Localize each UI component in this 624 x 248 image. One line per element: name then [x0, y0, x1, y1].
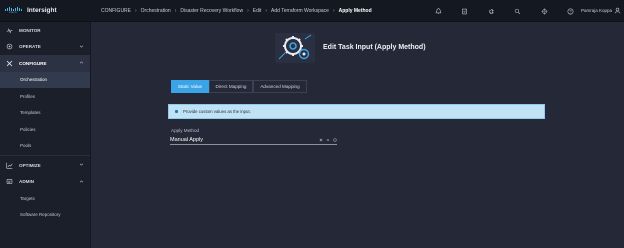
apply-method-select[interactable]: Manual Apply [170, 135, 337, 145]
task-icon[interactable] [452, 0, 479, 22]
info-banner: Provide custom values as the input. [168, 104, 545, 119]
field-controls [319, 137, 337, 142]
input-mode-tabs: Static Value Direct Mapping Advanced Map… [171, 80, 307, 93]
announcement-icon[interactable] [478, 0, 505, 22]
breadcrumb-separator: › [247, 7, 249, 14]
header-icon-bar [425, 0, 584, 22]
nav-section-configure[interactable]: CONFIGURE [0, 55, 90, 72]
breadcrumb-separator: › [265, 7, 268, 14]
divider [0, 155, 90, 156]
info-circle-icon[interactable] [333, 137, 337, 142]
brand[interactable]: cisco Intersight [0, 0, 91, 22]
nav-section-operate[interactable]: OPERATE [0, 39, 90, 56]
breadcrumb-item-workflow[interactable]: Disaster Recovery Workflow [180, 8, 243, 14]
apply-method-label: Apply Method [171, 128, 200, 133]
breadcrumb-separator: › [174, 7, 177, 14]
search-icon[interactable] [505, 0, 532, 22]
chevron-down-icon [79, 45, 84, 48]
configure-icon [6, 60, 13, 67]
sidebar-item-pools[interactable]: Pools [0, 138, 90, 155]
nav-label: OPTIMIZE [19, 162, 41, 168]
apply-method-value: Manual Apply [170, 136, 204, 143]
info-icon [175, 110, 178, 113]
sidebar-item-templates[interactable]: Templates [0, 105, 90, 122]
page-title: Edit Task Input (Apply Method) [323, 44, 426, 51]
chevron-up-icon [79, 61, 84, 64]
nav-section-monitor[interactable]: MONITOR [0, 22, 90, 39]
breadcrumb-item-edit[interactable]: Edit [253, 8, 262, 14]
top-header: cisco Intersight CONFIGURE › Orchestrati… [0, 0, 624, 22]
chevron-down-icon[interactable] [326, 138, 330, 142]
chevron-up-icon [79, 179, 84, 182]
nav-label: MONITOR [19, 27, 41, 33]
cisco-logo: cisco [4, 7, 22, 14]
monitor-icon [6, 27, 13, 34]
main-content: Edit Task Input (Apply Method) Static Va… [91, 22, 624, 248]
tab-advanced-mapping[interactable]: Advanced Mapping [253, 80, 307, 93]
info-text: Provide custom values as the input. [183, 109, 251, 114]
operate-icon [6, 43, 13, 50]
bell-icon[interactable] [425, 0, 452, 22]
sidebar-item-orchestration[interactable]: Orchestration [0, 71, 90, 88]
sidebar-item-profiles[interactable]: Profiles [0, 88, 90, 105]
nav-label: ADMIN [19, 179, 35, 185]
sidebar-item-software-repository[interactable]: Software Repository [0, 207, 90, 224]
tab-static-value[interactable]: Static Value [171, 80, 209, 93]
user-icon[interactable] [614, 7, 621, 14]
sidebar: MONITOR OPERATE CONFIGURE Orchestration … [0, 22, 91, 248]
breadcrumb-item-orchestration[interactable]: Orchestration [141, 8, 171, 14]
gear-illustration-icon [275, 33, 315, 63]
nav-label: OPERATE [19, 44, 41, 50]
optimize-icon [6, 162, 13, 169]
breadcrumb-separator: › [135, 7, 137, 14]
clear-icon[interactable] [319, 138, 323, 142]
chevron-down-icon [79, 163, 84, 166]
page-header: Edit Task Input (Apply Method) [273, 31, 433, 65]
user-name[interactable]: Pamraja Koppa [581, 8, 612, 13]
admin-icon [6, 178, 13, 185]
nav-section-admin[interactable]: ADMIN [0, 174, 90, 191]
sidebar-item-policies[interactable]: Policies [0, 121, 90, 138]
breadcrumb: CONFIGURE › Orchestration › Disaster Rec… [101, 8, 372, 14]
sidebar-item-targets[interactable]: Targets [0, 190, 90, 207]
app-name: Intersight [27, 7, 57, 14]
breadcrumb-separator: › [332, 7, 335, 14]
nav-section-optimize[interactable]: OPTIMIZE [0, 157, 90, 174]
breadcrumb-item-configure[interactable]: CONFIGURE [101, 8, 131, 14]
breadcrumb-current: Apply Method [338, 7, 372, 14]
tab-direct-mapping[interactable]: Direct Mapping [209, 80, 253, 93]
gear-icon[interactable] [531, 0, 558, 22]
nav-label: CONFIGURE [19, 60, 47, 66]
breadcrumb-item-add-workspace[interactable]: Add Terraform Workspace [271, 8, 329, 14]
